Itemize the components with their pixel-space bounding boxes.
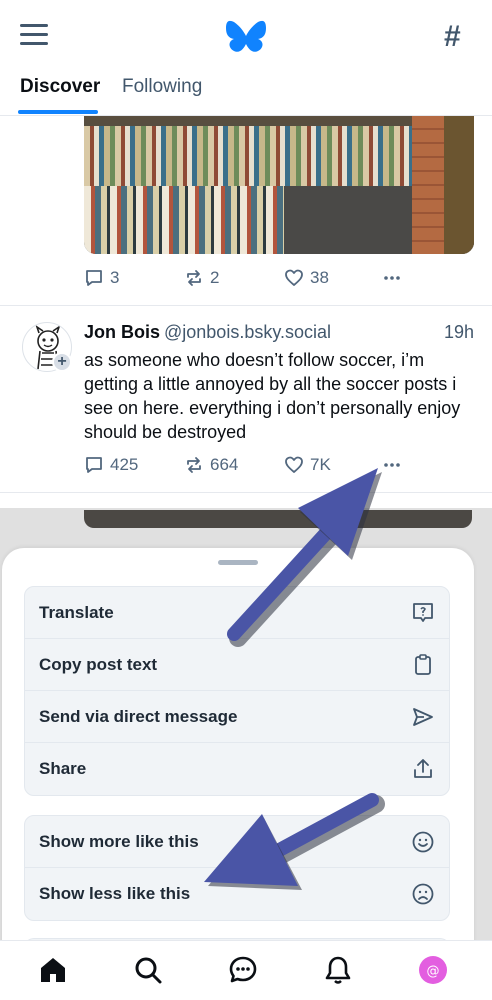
post-body-text: as someone who doesn’t follow soccer, i’… — [84, 350, 461, 442]
ellipsis-icon — [384, 276, 400, 280]
profile-avatar-icon[interactable]: @ — [418, 955, 448, 985]
menu-item-show-more[interactable]: Show more like this — [25, 816, 449, 868]
heart-icon — [285, 269, 303, 286]
repost-icon — [187, 457, 201, 473]
search-icon[interactable] — [133, 955, 163, 985]
bell-icon[interactable] — [323, 955, 353, 985]
frown-icon — [412, 883, 434, 905]
heart-icon — [285, 456, 303, 473]
share-icon — [414, 759, 432, 778]
prev-post-actions: 3 2 38 — [84, 268, 484, 292]
butterfly-logo — [226, 20, 266, 52]
menu-item-label: Copy post text — [39, 655, 158, 674]
feeds-hashtag-icon[interactable]: # — [444, 20, 461, 54]
author-handle[interactable]: @jonbois.bsky.social — [164, 322, 331, 343]
smile-icon — [412, 831, 434, 853]
menu-item-label: Translate — [39, 603, 114, 622]
reply-button[interactable]: 3 — [84, 268, 119, 288]
bottom-navigation: @ — [0, 940, 492, 1000]
ellipsis-icon — [384, 463, 400, 467]
send-icon — [413, 708, 433, 726]
feed-tabs: Discover Following — [0, 70, 492, 116]
translate-icon — [413, 603, 433, 622]
menu-item-send-dm[interactable]: Send via direct message — [25, 691, 449, 743]
like-count: 7K — [310, 455, 331, 474]
more-options-button[interactable] — [382, 455, 402, 475]
chat-icon[interactable] — [228, 955, 258, 985]
like-button[interactable]: 38 — [284, 268, 329, 288]
repost-button[interactable]: 2 — [184, 268, 219, 288]
repost-count: 664 — [210, 455, 239, 474]
next-post-image-peek — [84, 510, 472, 528]
options-group-primary: Translate Copy post text Send via direct… — [24, 586, 450, 796]
post-actions: 425 664 7K — [84, 455, 484, 479]
follow-plus-icon[interactable]: + — [52, 352, 72, 372]
post-divider — [0, 305, 492, 306]
more-options-button[interactable] — [382, 268, 402, 288]
repost-icon — [187, 270, 201, 286]
options-group-feedback: Show more like this Show less like this — [24, 815, 450, 921]
reply-count: 3 — [110, 268, 120, 287]
clipboard-icon — [415, 654, 431, 675]
reply-button[interactable]: 425 — [84, 455, 138, 475]
menu-item-label: Show less like this — [39, 884, 191, 903]
sheet-drag-handle[interactable] — [218, 560, 258, 565]
menu-item-copy-post-text[interactable]: Copy post text — [25, 639, 449, 691]
reply-icon — [86, 270, 102, 286]
menu-item-translate[interactable]: Translate — [25, 587, 449, 639]
reply-count: 425 — [110, 455, 139, 474]
menu-item-label: Share — [39, 759, 87, 778]
post-timestamp[interactable]: 19h — [444, 322, 474, 343]
reply-icon — [86, 457, 102, 473]
menu-item-label: Send via direct message — [39, 707, 238, 726]
active-tab-indicator — [18, 110, 98, 114]
like-count: 38 — [310, 268, 329, 287]
menu-item-label: Show more like this — [39, 832, 199, 851]
like-button[interactable]: 7K — [284, 455, 331, 475]
repost-button[interactable]: 664 — [184, 455, 238, 475]
svg-text:@: @ — [427, 964, 440, 979]
post-image-bookshelf[interactable] — [84, 116, 474, 254]
top-header: # Discover Following — [0, 0, 492, 116]
menu-item-share[interactable]: Share — [25, 743, 449, 795]
tab-following[interactable]: Following — [122, 76, 202, 98]
repost-count: 2 — [210, 268, 220, 287]
author-name[interactable]: Jon Bois — [84, 322, 160, 343]
tab-discover[interactable]: Discover — [20, 76, 100, 98]
post-divider — [0, 492, 492, 493]
menu-item-show-less[interactable]: Show less like this — [25, 868, 449, 920]
home-icon[interactable] — [38, 955, 68, 985]
menu-icon[interactable] — [20, 24, 48, 48]
